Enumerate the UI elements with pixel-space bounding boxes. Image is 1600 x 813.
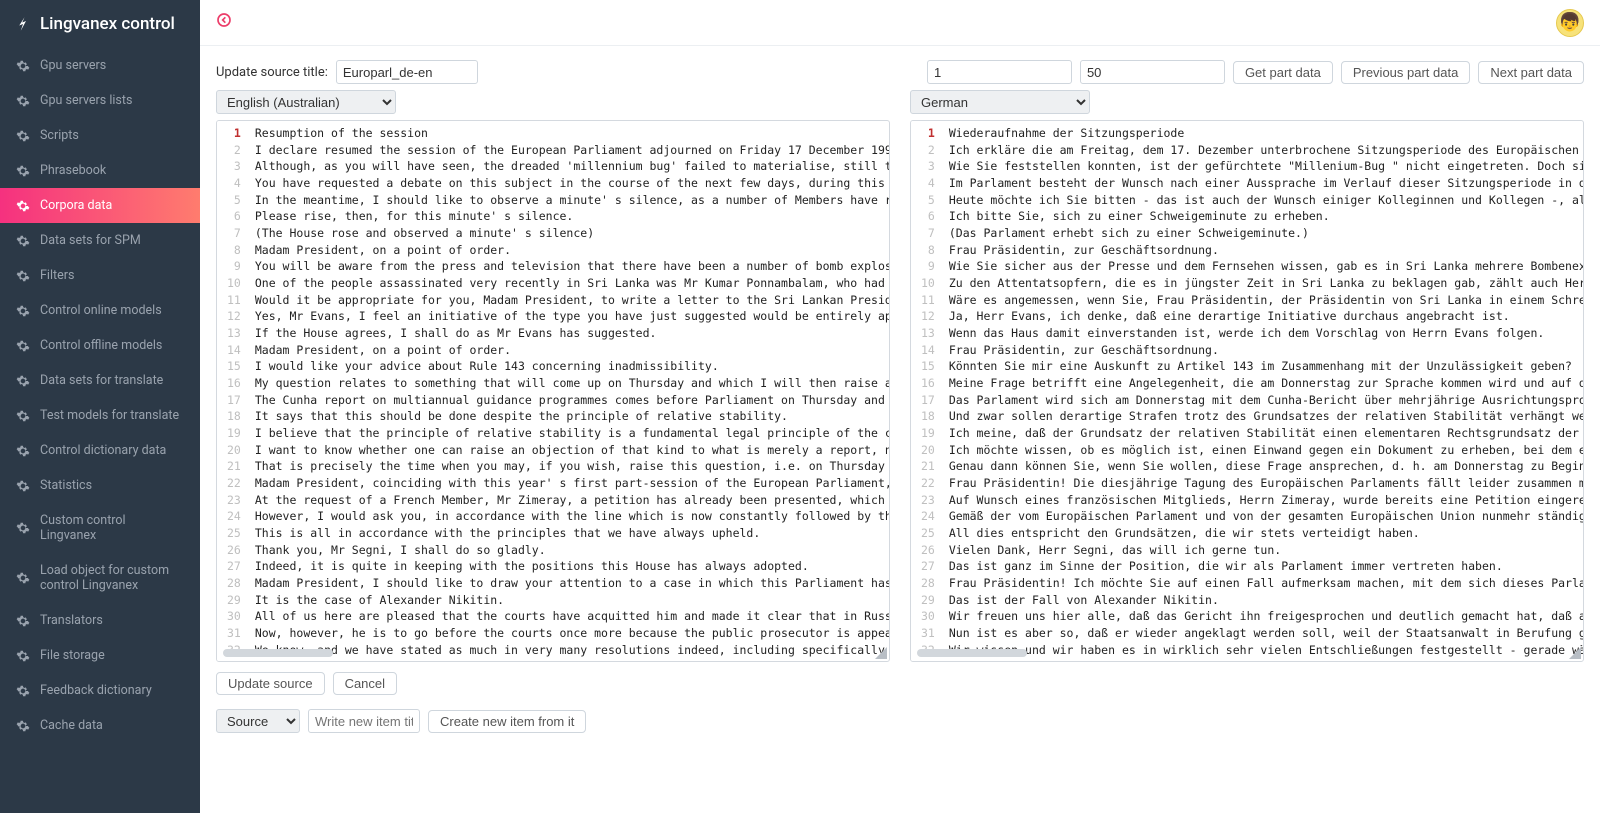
brand: Lingvanex control	[0, 0, 200, 48]
sidebar-item-control-online-models[interactable]: Control online models	[0, 293, 200, 328]
topbar: 👦	[200, 0, 1600, 46]
brand-icon	[14, 15, 32, 33]
sidebar: Lingvanex control Gpu serversGpu servers…	[0, 0, 200, 813]
create-item-button[interactable]: Create new item from it	[428, 710, 586, 733]
user-avatar[interactable]: 👦	[1556, 9, 1584, 37]
target-editor[interactable]: 1234567891011121314151617181920212223242…	[910, 120, 1584, 662]
sidebar-item-label: Test models for translate	[40, 408, 179, 423]
sidebar-item-cache-data[interactable]: Cache data	[0, 708, 200, 743]
sidebar-item-label: Scripts	[40, 128, 79, 143]
sidebar-item-custom-control-lingvanex[interactable]: Custom control Lingvanex	[0, 503, 200, 553]
sidebar-item-label: Load object for custom control Lingvanex	[40, 563, 184, 593]
source-column: Update source title: English (Australian…	[216, 60, 890, 739]
content: Update source title: English (Australian…	[200, 46, 1600, 813]
previous-part-button[interactable]: Previous part data	[1341, 61, 1471, 84]
nav: Gpu servers Gpu servers lists Scripts Phras…	[0, 48, 200, 813]
item-type-select[interactable]: Source	[216, 709, 300, 733]
source-language-select[interactable]: English (Australian)	[216, 90, 396, 114]
sidebar-item-label: Control offline models	[40, 338, 162, 353]
sidebar-item-label: Filters	[40, 268, 74, 283]
target-column: Get part data Previous part data Next pa…	[910, 60, 1584, 662]
target-language-select[interactable]: German	[910, 90, 1090, 114]
sidebar-item-data-sets-for-spm[interactable]: Data sets for SPM	[0, 223, 200, 258]
sidebar-item-statistics[interactable]: Statistics	[0, 468, 200, 503]
sidebar-item-label: Phrasebook	[40, 163, 106, 178]
source-editor[interactable]: 1234567891011121314151617181920212223242…	[216, 120, 890, 662]
sidebar-item-translators[interactable]: Translators	[0, 603, 200, 638]
sidebar-item-label: Corpora data	[40, 198, 112, 213]
sidebar-item-data-sets-for-translate[interactable]: Data sets for translate	[0, 363, 200, 398]
new-item-title-input[interactable]	[308, 709, 420, 733]
main: 👦 Update source title: English (Australi…	[200, 0, 1600, 813]
sidebar-item-test-models-for-translate[interactable]: Test models for translate	[0, 398, 200, 433]
get-part-data-button[interactable]: Get part data	[1233, 61, 1333, 84]
part-to-input[interactable]	[1080, 60, 1225, 84]
sidebar-item-load-object-for-custom-control-lingvanex[interactable]: Load object for custom control Lingvanex	[0, 553, 200, 603]
source-title-input[interactable]	[336, 60, 478, 84]
sidebar-item-label: Feedback dictionary	[40, 683, 152, 698]
sidebar-item-label: Gpu servers	[40, 58, 106, 73]
part-from-input[interactable]	[927, 60, 1072, 84]
sidebar-item-scripts[interactable]: Scripts	[0, 118, 200, 153]
sidebar-item-phrasebook[interactable]: Phrasebook	[0, 153, 200, 188]
sidebar-item-label: Data sets for translate	[40, 373, 163, 388]
sidebar-item-label: Control dictionary data	[40, 443, 166, 458]
sidebar-item-label: Data sets for SPM	[40, 233, 141, 248]
sidebar-item-label: Translators	[40, 613, 103, 628]
sidebar-item-gpu-servers-lists[interactable]: Gpu servers lists	[0, 83, 200, 118]
collapse-sidebar-button[interactable]	[216, 12, 232, 33]
sidebar-item-file-storage[interactable]: File storage	[0, 638, 200, 673]
sidebar-item-control-offline-models[interactable]: Control offline models	[0, 328, 200, 363]
sidebar-item-label: Control online models	[40, 303, 162, 318]
sidebar-item-label: File storage	[40, 648, 105, 663]
sidebar-item-label: Custom control Lingvanex	[40, 513, 184, 543]
sidebar-item-control-dictionary-data[interactable]: Control dictionary data	[0, 433, 200, 468]
sidebar-item-gpu-servers[interactable]: Gpu servers	[0, 48, 200, 83]
sidebar-item-filters[interactable]: Filters	[0, 258, 200, 293]
source-title-label: Update source title:	[216, 65, 328, 80]
sidebar-item-feedback-dictionary[interactable]: Feedback dictionary	[0, 673, 200, 708]
cancel-button[interactable]: Cancel	[333, 672, 397, 695]
sidebar-item-label: Statistics	[40, 478, 92, 493]
sidebar-item-label: Cache data	[40, 718, 103, 733]
next-part-button[interactable]: Next part data	[1478, 61, 1584, 84]
sidebar-item-label: Gpu servers lists	[40, 93, 132, 108]
update-source-button[interactable]: Update source	[216, 672, 325, 695]
sidebar-item-corpora-data[interactable]: Corpora data	[0, 188, 200, 223]
brand-title: Lingvanex control	[40, 14, 175, 34]
